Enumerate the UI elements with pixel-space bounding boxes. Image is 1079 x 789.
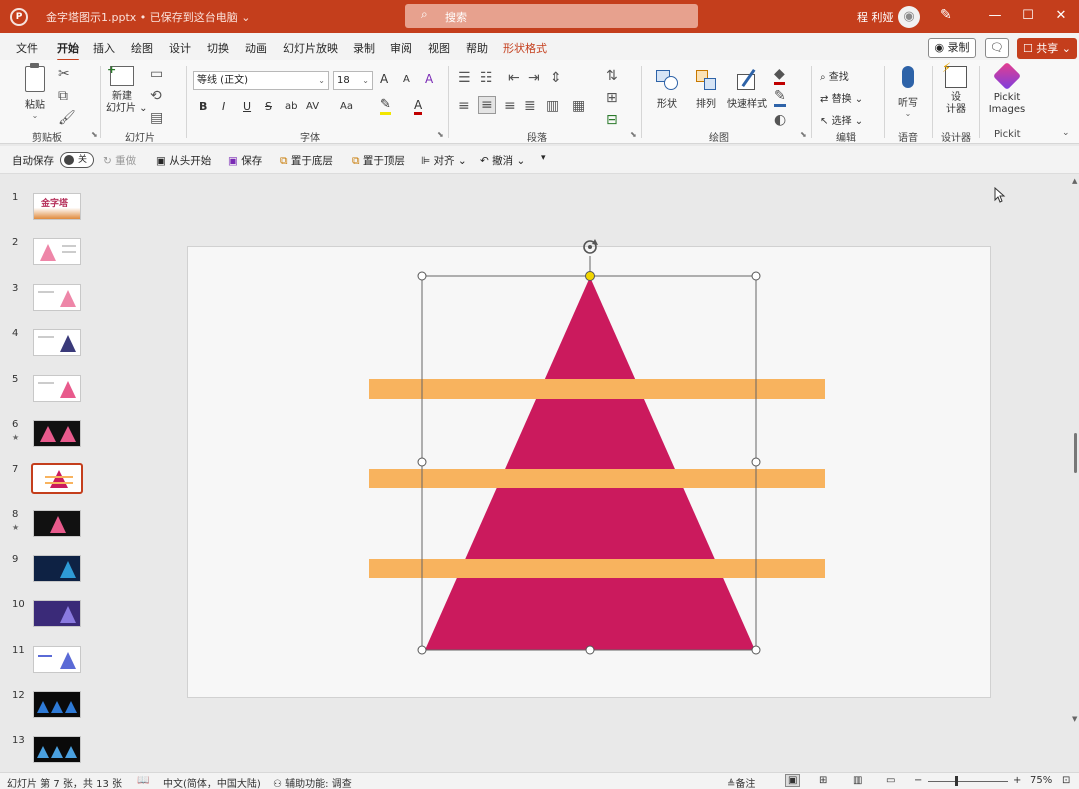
mouse-pointer-icon [994, 187, 1006, 203]
slide-sorter-icon[interactable]: ⊞ [819, 775, 827, 786]
accessibility-icon: ⚇ [273, 779, 282, 789]
resize-handle[interactable] [417, 645, 427, 655]
zoom-in-button[interactable]: + [1013, 775, 1021, 786]
adjust-handle[interactable] [585, 271, 595, 281]
slide-shapes [369, 239, 825, 655]
pyramid-triangle[interactable] [425, 277, 755, 650]
reading-view-icon[interactable]: ▥ [853, 775, 862, 786]
resize-handle[interactable] [751, 271, 761, 281]
zoom-slider[interactable] [928, 781, 1008, 782]
scroll-down-icon[interactable]: ▼ [1072, 715, 1077, 723]
notes-button[interactable]: ≜备注 [727, 775, 755, 789]
resize-handle[interactable] [417, 457, 427, 467]
normal-view-icon[interactable]: ▣ [785, 774, 801, 787]
slideshow-view-icon[interactable]: ▭ [886, 775, 895, 786]
resize-handle[interactable] [417, 271, 427, 281]
status-bar: 幻灯片 第 7 张，共 13 张 📖 中文(简体，中国大陆) ⚇ 辅助功能: 调… [0, 772, 1079, 789]
zoom-out-button[interactable]: − [914, 775, 922, 786]
zoom-level[interactable]: 75% [1030, 775, 1052, 786]
orange-bar-middle[interactable] [369, 469, 825, 488]
accessibility-status[interactable]: ⚇ 辅助功能: 调查 [273, 775, 352, 789]
resize-handle[interactable] [751, 457, 761, 467]
rotate-handle-icon[interactable] [583, 239, 598, 254]
scroll-up-icon[interactable]: ▲ [1072, 177, 1077, 185]
resize-handle[interactable] [751, 645, 761, 655]
orange-bar-bottom[interactable] [369, 559, 825, 578]
resize-handle[interactable] [585, 645, 595, 655]
fit-slide-icon[interactable]: ⊡ [1062, 775, 1070, 786]
accessibility-label: 辅助功能: 调查 [285, 779, 352, 789]
spellcheck-icon[interactable]: 📖 [137, 775, 149, 786]
scrollbar-thumb[interactable] [1074, 433, 1077, 473]
slide-count: 幻灯片 第 7 张，共 13 张 [7, 779, 122, 789]
language-status[interactable]: 中文(简体，中国大陆) [163, 775, 261, 789]
notes-label: 备注 [735, 779, 756, 789]
orange-bar-top[interactable] [369, 379, 825, 399]
zoom-slider-thumb[interactable] [955, 776, 958, 786]
vertical-scrollbar[interactable]: ▲ ▼ [1071, 175, 1079, 772]
